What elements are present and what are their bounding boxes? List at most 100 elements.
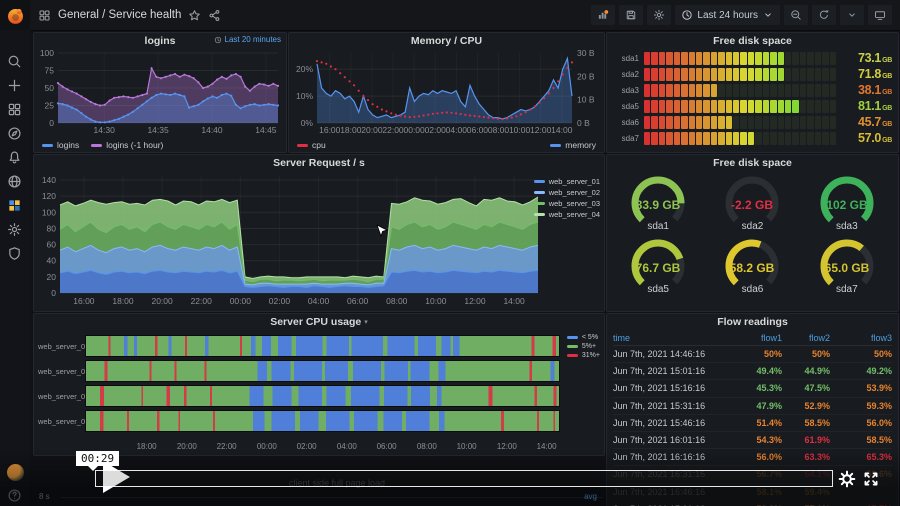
svg-text:00:00: 00:00	[403, 125, 425, 135]
user-avatar[interactable]	[7, 464, 24, 481]
panel-title[interactable]: logins	[145, 35, 176, 47]
panel-free-disk-space-bars: Free disk space sda173.1GBsda271.8GBsda3…	[606, 32, 899, 153]
svg-text:04:00: 04:00	[308, 296, 330, 306]
legend-item[interactable]: cpu	[297, 140, 326, 150]
svg-text:120: 120	[42, 191, 56, 201]
legend-item[interactable]: web_server_01	[534, 177, 600, 186]
svg-text:60: 60	[47, 240, 57, 250]
refresh-button[interactable]	[812, 5, 836, 25]
axis-tick: 14:00	[537, 442, 557, 451]
panel-title[interactable]: Free disk space	[713, 157, 792, 169]
svg-text:18:00: 18:00	[112, 296, 134, 306]
col-time[interactable]: time	[613, 333, 734, 343]
legend-item[interactable]: web_server_04	[534, 210, 600, 219]
svg-text:16:00: 16:00	[73, 296, 95, 306]
explore-icon[interactable]	[7, 126, 23, 142]
panel-server-requests: Server Request / s 02040608010012014016:…	[33, 154, 605, 312]
add-panel-button[interactable]	[591, 5, 615, 25]
plugin-icon[interactable]	[7, 198, 23, 214]
zoom-out-button[interactable]	[784, 5, 808, 25]
cpu-usage-x-axis: 18:0020:0022:0000:0002:0004:0006:0008:00…	[81, 442, 560, 452]
col-flow2[interactable]: flow2	[782, 333, 830, 343]
cpu-usage-legend: < 5% 5%+ 31%+	[567, 334, 600, 359]
cpu-usage-timeline: web_server_01web_server_02web_server_03w…	[38, 336, 604, 436]
svg-text:14:40: 14:40	[201, 125, 223, 135]
search-icon[interactable]	[7, 54, 23, 70]
panel-title[interactable]: Flow readings	[717, 316, 788, 328]
svg-text:20 B: 20 B	[577, 71, 595, 81]
svg-text:76.7 GB: 76.7 GB	[636, 261, 681, 275]
logins-chart: 025507510014:3014:3514:4014:45	[36, 49, 284, 136]
top-navigation: General / Service health Last 24 hours	[30, 0, 900, 31]
axis-tick: 02:00	[297, 442, 317, 451]
svg-text:22:00: 22:00	[382, 125, 404, 135]
logins-legend: logins logins (-1 hour)	[42, 140, 278, 150]
col-flow1[interactable]: flow1	[734, 333, 782, 343]
legend-item[interactable]: web_server_03	[534, 199, 600, 208]
disk-bar-row: sda173.1GB	[613, 51, 892, 65]
legend-item[interactable]: < 5%	[567, 334, 600, 341]
axis-label: 8 s	[39, 492, 50, 501]
legend-item[interactable]: logins	[42, 140, 79, 150]
svg-text:30 B: 30 B	[577, 49, 595, 58]
panel-menu-caret-icon[interactable]: ▾	[364, 318, 368, 326]
panel-title[interactable]: Free disk space	[713, 35, 792, 47]
table-row: Jun 7th, 2021 14:46:1650%50%50%	[613, 346, 892, 363]
legend-item[interactable]: 31%+	[567, 352, 600, 359]
svg-text:58.2 GB: 58.2 GB	[730, 261, 775, 275]
table-row: Jun 7th, 2021 15:01:1649.4%44.9%49.2%	[613, 363, 892, 380]
axis-tick: 06:00	[377, 442, 397, 451]
grafana-logo[interactable]	[0, 0, 30, 30]
dashboard-settings-button[interactable]	[647, 5, 671, 25]
memory-cpu-legend: cpu memory	[297, 140, 596, 150]
panel-server-cpu-usage: Server CPU usage ▾ web_server_01web_serv…	[33, 313, 605, 456]
panel-time-override[interactable]: Last 20 minutes	[214, 35, 281, 44]
svg-text:10%: 10%	[296, 91, 313, 101]
legend-item[interactable]: 5%+	[567, 343, 600, 350]
sidebar-menu	[0, 54, 30, 262]
svg-text:80: 80	[47, 223, 57, 233]
help-icon[interactable]	[7, 488, 23, 504]
alerting-icon[interactable]	[7, 150, 23, 166]
player-progress-bar[interactable]	[95, 470, 833, 487]
shield-icon[interactable]	[7, 246, 23, 262]
plus-icon[interactable]	[7, 78, 23, 94]
legend-item[interactable]: logins (-1 hour)	[91, 140, 163, 150]
svg-text:02:00: 02:00	[269, 296, 291, 306]
refresh-interval-caret[interactable]	[840, 5, 864, 25]
apps-grid-icon[interactable]	[38, 9, 51, 22]
fullscreen-icon[interactable]	[862, 470, 880, 488]
cycle-view-mode-button[interactable]	[868, 5, 892, 25]
disk-gauge: 83.9 GBsda1	[611, 173, 705, 232]
svg-text:0: 0	[49, 118, 54, 128]
svg-text:10 B: 10 B	[577, 95, 595, 105]
svg-text:0: 0	[51, 288, 56, 298]
globe-icon[interactable]	[7, 174, 23, 190]
col-flow3[interactable]: flow3	[830, 333, 892, 343]
time-range-picker[interactable]: Last 24 hours	[675, 5, 780, 25]
panel-title[interactable]: Server Request / s	[273, 157, 365, 169]
table-row: Jun 7th, 2021 16:01:1654.3%61.9%58.5%	[613, 432, 892, 449]
svg-text:14:30: 14:30	[94, 125, 116, 135]
memory-cpu-chart: 0%10%20%0 B10 B20 B30 B16:0018:0020:0022…	[291, 49, 602, 136]
dashboards-icon[interactable]	[7, 102, 23, 118]
legend-item[interactable]: web_server_02	[534, 188, 600, 197]
svg-text:75: 75	[45, 66, 55, 76]
player-settings-icon[interactable]	[838, 470, 856, 488]
table-row: Jun 7th, 2021 15:46:1651.4%58.5%56.0%	[613, 415, 892, 432]
axis-tick: 08:00	[417, 442, 437, 451]
disk-gauge: -2.2 GBsda2	[705, 173, 799, 232]
disk-bar-row: sda581.1GB	[613, 99, 892, 113]
legend-item[interactable]: memory	[550, 140, 596, 150]
save-dashboard-button[interactable]	[619, 5, 643, 25]
svg-text:14:45: 14:45	[255, 125, 277, 135]
disk-bar-row: sda271.8GB	[613, 67, 892, 81]
axis-tick: 18:00	[137, 442, 157, 451]
share-icon[interactable]	[208, 9, 221, 22]
star-icon[interactable]	[188, 9, 201, 22]
breadcrumb[interactable]: General / Service health	[58, 9, 181, 21]
panel-title[interactable]: Memory / CPU	[411, 35, 482, 47]
settings-icon[interactable]	[7, 222, 23, 238]
svg-text:02:00: 02:00	[425, 125, 447, 135]
panel-title[interactable]: Server CPU usage	[270, 316, 361, 328]
